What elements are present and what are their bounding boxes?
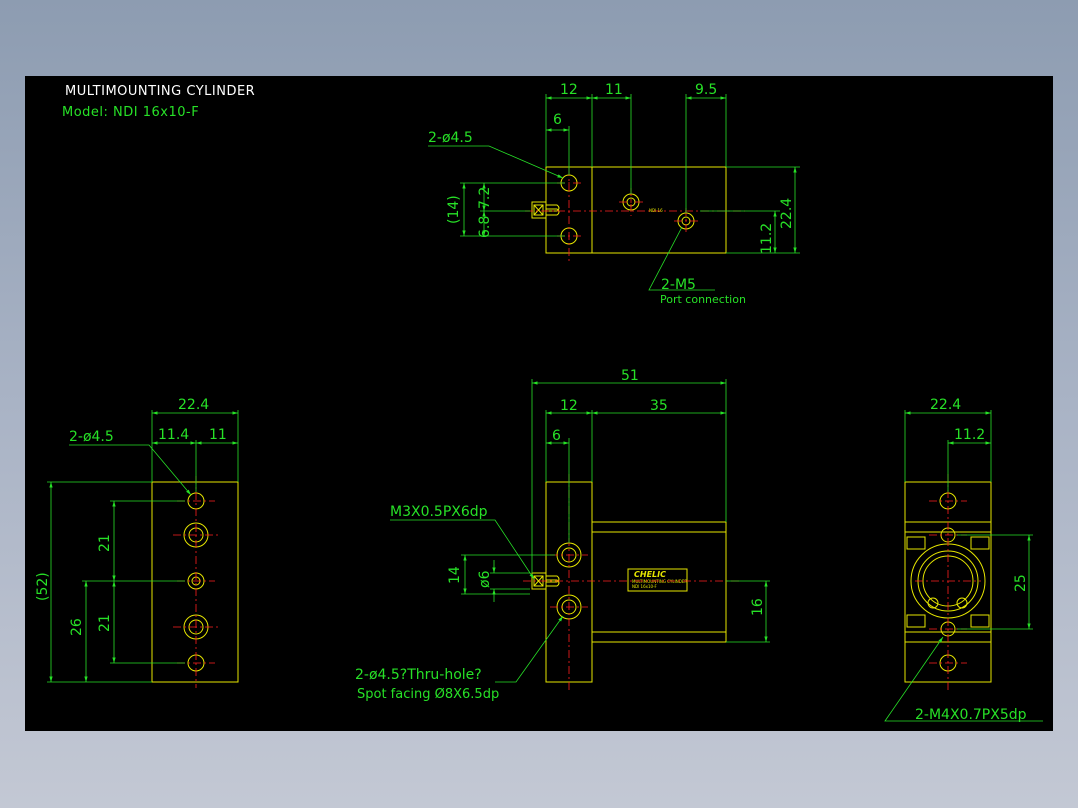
left-view-body [151,481,239,683]
dim-top-6-8: 6.8 [477,216,493,238]
callout-top-holes: 2-ø4.5 [428,130,473,146]
dim-left-22-4: 22.4 [178,397,209,413]
callout-right-thread: 2-M4X0.7PX5dp [915,707,1027,723]
right-view: 22.4 11.2 25 2-M4X0.7PX5dp [884,397,1043,723]
brand-label: CHELIC [634,570,666,579]
dim-left-21-lower: 21 [97,614,113,632]
dim-right-25: 25 [1013,574,1029,592]
callout-left-holes: 2-ø4.5 [69,429,114,445]
dim-left-52: (52) [35,572,51,601]
dim-front-6: 6 [552,428,561,444]
dim-left-26: 26 [69,618,85,636]
dim-front-51: 51 [621,368,639,384]
dim-right-11-2: 11.2 [954,427,985,443]
dim-front-16: 16 [750,598,766,616]
top-view-body-label: NDI 16 [649,208,663,213]
dim-left-11-4: 11.4 [158,427,189,443]
callout-top-ports: 2-M5 [661,277,696,293]
top-view: NDI 16 12 11 9.5 6 2-ø4.5 (14) 6.8 7.2 1… [428,82,800,306]
dim-top-12: 12 [560,82,578,98]
dim-right-22-4: 22.4 [930,397,961,413]
dim-front-35: 35 [650,398,668,414]
callout-front-spot-facing: Spot facing Ø8X6.5dp [357,687,499,702]
dim-top-6: 6 [553,112,562,128]
brand-line-2: NDI 16x10-F [632,584,658,589]
dim-front-dia6: ø6 [477,570,493,588]
model-label: Model: NDI 16x10-F [62,105,199,120]
dim-front-14: 14 [447,566,463,584]
dim-top-14: (14) [446,195,462,224]
callout-front-thread: M3X0.5PX6dp [390,504,488,520]
cad-drawing-canvas[interactable]: MULTIMOUNTING CYLINDER Model: NDI 16x10-… [25,76,1053,731]
dim-left-21-upper: 21 [97,534,113,552]
dim-front-12: 12 [560,398,578,414]
drawing-title: MULTIMOUNTING CYLINDER [65,84,255,99]
dim-left-11: 11 [209,427,227,443]
callout-front-holes: 2-ø4.5?Thru-hole? [355,667,482,683]
front-view: CHELIC MULTIMOUNTING CYLINDER NDI 16x10-… [355,368,770,702]
dim-top-11-2: 11.2 [759,223,775,254]
dim-top-9-5: 9.5 [695,82,717,98]
left-view: 22.4 11.4 11 2-ø4.5 (52) 26 21 21 [35,397,239,688]
dim-top-22-4: 22.4 [779,198,795,229]
port-connection-note: Port connection [660,293,746,306]
dim-top-11: 11 [605,82,623,98]
cad-drawing-svg: MULTIMOUNTING CYLINDER Model: NDI 16x10-… [35,82,1043,723]
dim-top-7-2: 7.2 [477,187,493,209]
